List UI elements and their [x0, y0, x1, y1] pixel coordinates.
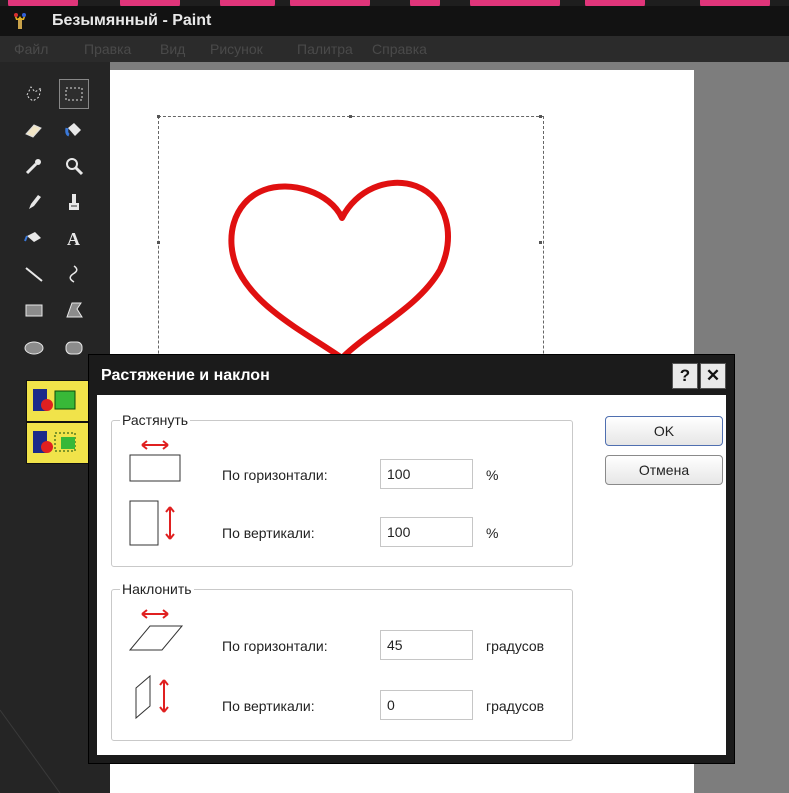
menu-edit[interactable]: Правка: [84, 41, 131, 57]
skew-group: Наклонить По горизонтали: градусов По ве…: [111, 581, 573, 741]
rectangle-icon[interactable]: [20, 296, 48, 324]
stretch-vertical-label: По вертикали:: [222, 525, 315, 541]
stretch-horizontal-icon: [129, 440, 181, 482]
svg-text:A: A: [67, 229, 80, 249]
polygon-icon[interactable]: [60, 296, 88, 324]
rect-select-icon[interactable]: [59, 79, 89, 109]
magnifier-icon[interactable]: [60, 152, 88, 180]
menu-help[interactable]: Справка: [372, 41, 427, 57]
menu-view[interactable]: Вид: [160, 41, 185, 57]
close-button[interactable]: ✕: [700, 363, 726, 389]
stretch-vertical-unit: %: [486, 525, 499, 541]
ellipse-icon[interactable]: [20, 334, 48, 362]
menu-palette[interactable]: Палитра: [297, 41, 353, 57]
stretch-skew-dialog: Растяжение и наклон ? ✕ Растянуть По гор…: [89, 355, 734, 763]
curve-icon[interactable]: [60, 260, 88, 288]
transparency-transparent-option[interactable]: [26, 422, 90, 464]
skew-horizontal-input[interactable]: [380, 630, 473, 660]
stretch-vertical-icon: [129, 500, 175, 546]
help-button[interactable]: ?: [672, 363, 698, 389]
eraser-icon[interactable]: [20, 116, 48, 144]
heart-drawing: [228, 179, 451, 361]
dialog-title-bar: Растяжение и наклон ? ✕: [89, 355, 734, 395]
fill-icon[interactable]: [60, 116, 88, 144]
dialog-title: Растяжение и наклон: [101, 367, 270, 384]
menu-file[interactable]: Файл: [14, 41, 48, 57]
selection-handle[interactable]: [157, 115, 160, 118]
ok-button[interactable]: OK: [605, 416, 723, 446]
skew-horizontal-unit: градусов: [486, 638, 545, 654]
skew-vertical-input[interactable]: [380, 690, 473, 720]
rounded-rect-icon[interactable]: [60, 334, 88, 362]
dialog-body: Растянуть По горизонтали: % По вертикали…: [97, 395, 726, 755]
menu-image[interactable]: Рисунок: [210, 41, 263, 57]
window-title: Безымянный - Paint: [52, 12, 212, 29]
pencil-icon[interactable]: [20, 188, 48, 216]
selection-handle[interactable]: [539, 241, 542, 244]
color-picker-icon[interactable]: [20, 152, 48, 180]
cancel-button[interactable]: Отмена: [605, 455, 723, 485]
airbrush-icon[interactable]: [20, 224, 48, 252]
skew-vertical-unit: градусов: [486, 698, 545, 714]
paint-app-icon: [14, 13, 26, 29]
free-select-icon[interactable]: [20, 80, 48, 108]
stretch-vertical-input[interactable]: [380, 517, 473, 547]
stretch-group: Растянуть По горизонтали: % По вертикали…: [111, 412, 573, 567]
stretch-horizontal-input[interactable]: [380, 459, 473, 489]
menu-bar: Файл Правка Вид Рисунок Палитра Справка: [0, 36, 789, 62]
stretch-horizontal-unit: %: [486, 467, 499, 483]
transparency-opaque-option[interactable]: [26, 380, 90, 422]
selection-handle[interactable]: [349, 115, 352, 118]
skew-legend: Наклонить: [120, 581, 194, 597]
line-icon[interactable]: [20, 260, 48, 288]
selection-handle[interactable]: [157, 241, 160, 244]
brush-icon[interactable]: [60, 188, 88, 216]
text-icon[interactable]: A: [60, 224, 88, 252]
skew-horizontal-label: По горизонтали:: [222, 638, 328, 654]
skew-horizontal-icon: [128, 609, 184, 651]
selection-handle[interactable]: [539, 115, 542, 118]
decor-diagonal: [0, 709, 61, 793]
window-title-bar: Безымянный - Paint: [0, 6, 789, 36]
skew-vertical-icon: [135, 674, 169, 720]
skew-vertical-label: По вертикали:: [222, 698, 315, 714]
stretch-horizontal-label: По горизонтали:: [222, 467, 328, 483]
stretch-legend: Растянуть: [120, 412, 191, 428]
